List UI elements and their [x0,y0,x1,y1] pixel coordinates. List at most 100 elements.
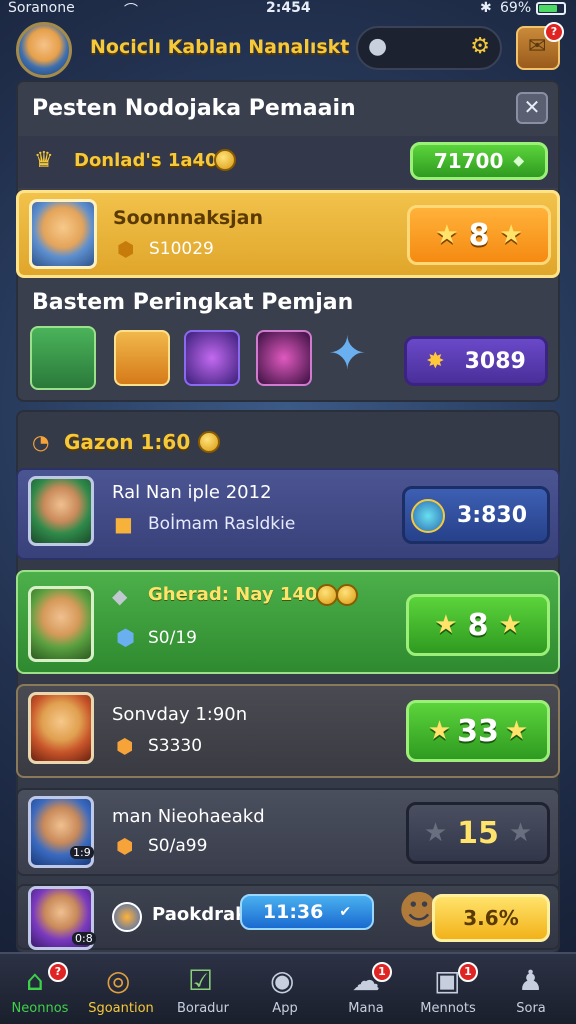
header-title: Nociclı Kablan Nanalıskt [90,36,350,58]
row-stars-button[interactable]: ★ 33 ★ [406,700,550,762]
check-icon: ✔ [339,904,352,920]
close-icon: ✕ [523,95,541,119]
person-icon: ♟ [518,964,544,997]
star-icon: ★ [427,716,452,746]
hero-card-shield[interactable] [184,330,240,386]
globe-icon [411,499,445,533]
clock: 2:454 [266,0,311,16]
row-value: 3:830 [456,502,527,528]
coin-icon [316,584,338,606]
gem-icon: ⬢ [116,626,136,651]
row-name: man Nieohaeakd [112,806,265,827]
top-bar: Nociclı Kablan Nanalıskt ● ⚙ ✉ ? [0,18,576,80]
nav-moments[interactable]: ▣ 1 Mennots [406,954,490,1024]
nav-mana[interactable]: ☁ 1 Mana [326,954,406,1024]
star-icon: ★ [504,716,529,746]
row-sub: S0/a99 [148,836,208,856]
crown-icon: ♛ [34,148,54,173]
featured-score: S10029 [149,239,214,259]
star-icon: ★ [423,818,448,848]
reward-value: 3.6% [463,906,519,930]
nav-badge: 1 [458,962,478,982]
list-item[interactable]: Ral Nan iple 2012 ■ Boİmam Rasldkie 3:83… [16,468,560,560]
timer-value: 11:36 [262,901,324,923]
gallery-icon: ▣ [434,964,461,997]
nav-label: Sgoantion [88,1001,154,1016]
shield-icon: ⬢ [117,237,135,261]
season-icon: ◔ [32,430,50,454]
search-icon: ● [368,34,388,59]
nav-label: App [272,1001,298,1016]
featured-stars-button[interactable]: ★ 8 ★ [407,205,551,265]
target-icon: ◎ [106,964,131,997]
rank-value-pill[interactable]: ✸ 3089 [404,336,548,386]
featured-avatar [29,199,97,269]
top-players-panel: Pesten Nodojaka Pemaain ✕ ♛ Donlad's 1a4… [16,80,560,402]
mail-button[interactable]: ✉ ? [516,22,564,70]
nav-label: Boradur [176,1001,230,1016]
nav-app[interactable]: ◉ App [244,954,326,1024]
panel-title: Pesten Nodojaka Pemaain [32,96,356,121]
row-sub: Boİmam Rasldkie [148,514,296,534]
list-item[interactable]: 0:8 Paokdrak 11:36 ✔ ☻ 3.6% [16,884,560,950]
subheading: Donlad's 1a40 [74,150,218,171]
search-box[interactable]: ● ⚙ [356,26,502,70]
gear-icon[interactable]: ⚙ [470,34,490,59]
row-sub: S0/19 [148,628,197,648]
star-icon: ★ [499,220,523,250]
diamond-icon: ◆ [513,153,525,169]
row-avatar [28,586,94,662]
nav-profile[interactable]: ♟ Sora [490,954,572,1024]
nav-badge: ? [48,962,68,982]
timer-pill[interactable]: 11:36 ✔ [240,894,374,930]
mail-icon: ✉ [528,34,547,59]
nav-search[interactable]: ◎ Sgoantion [80,954,162,1024]
row-stars-button[interactable]: ★ 8 ★ [406,594,550,656]
star-icon: ★ [434,610,458,640]
notification-badge: ? [544,22,564,42]
status-bar: Soranone ⌒ 2:454 ✱ 69% [0,0,576,19]
hero-card-ranger[interactable] [30,326,96,390]
currency-value: 71700 [433,149,504,173]
season-title: Gazon 1:60 [64,430,191,454]
level-badge: 0:8 [72,932,96,945]
nav-label: Mana [348,1001,384,1016]
hero-card-fox[interactable] [114,330,170,386]
featured-player-row[interactable]: Soonnnaksjan ⬢ S10029 ★ 8 ★ [16,190,560,278]
sword-icon: ■ [114,512,133,536]
list-item[interactable]: ◆ Gherad: Nay 140 ⬢ S0/19 ★ 8 ★ [16,570,560,674]
close-button[interactable]: ✕ [516,92,548,124]
row-value: 15 [457,815,499,851]
nav-label: Sora [516,1001,546,1016]
row-avatar [28,476,94,546]
star-icon: ★ [508,818,533,848]
board-icon: ☑ [188,964,214,997]
row-value: 8 [467,607,489,643]
carrier-label: Soranone [8,0,75,16]
nav-home[interactable]: ⌂ ? Neonnos [0,954,80,1024]
nav-badge: 1 [372,962,392,982]
hero-card-hammer[interactable] [256,330,312,386]
nav-label: Mennots [420,1001,476,1016]
featured-stars-value: 8 [468,217,490,253]
shield-icon: ⬢ [116,834,134,858]
row-name: Gherad: Nay 140 [148,584,318,605]
nav-board[interactable]: ☑ Boradur [162,954,244,1024]
nav-label: Neonnos [11,1001,69,1016]
list-item[interactable]: 1:9 man Nieohaeakd ⬢ S0/a99 ★ 15 ★ [16,788,560,876]
star-icon: ★ [498,610,522,640]
currency-pill[interactable]: 71700 ◆ [410,142,548,180]
row-value-pill[interactable]: 3:830 [402,486,550,544]
home-icon: ⌂ [26,964,44,997]
cat-icon: ◆ [112,584,128,608]
orb-icon [112,902,142,932]
reward-pill[interactable]: 3.6% [432,894,550,942]
battery-icon [536,2,566,15]
coin-icon [214,149,236,171]
row-name: Ral Nan iple 2012 [112,482,272,503]
list-item[interactable]: Sonvday 1:90n ⬢ S3330 ★ 33 ★ [16,684,560,778]
coin-icon [198,431,220,453]
bottom-nav: ⌂ ? Neonnos ◎ Sgoantion ☑ Boradur ◉ App … [0,952,576,1024]
player-avatar[interactable] [16,22,72,78]
row-stars-button[interactable]: ★ 15 ★ [406,802,550,864]
